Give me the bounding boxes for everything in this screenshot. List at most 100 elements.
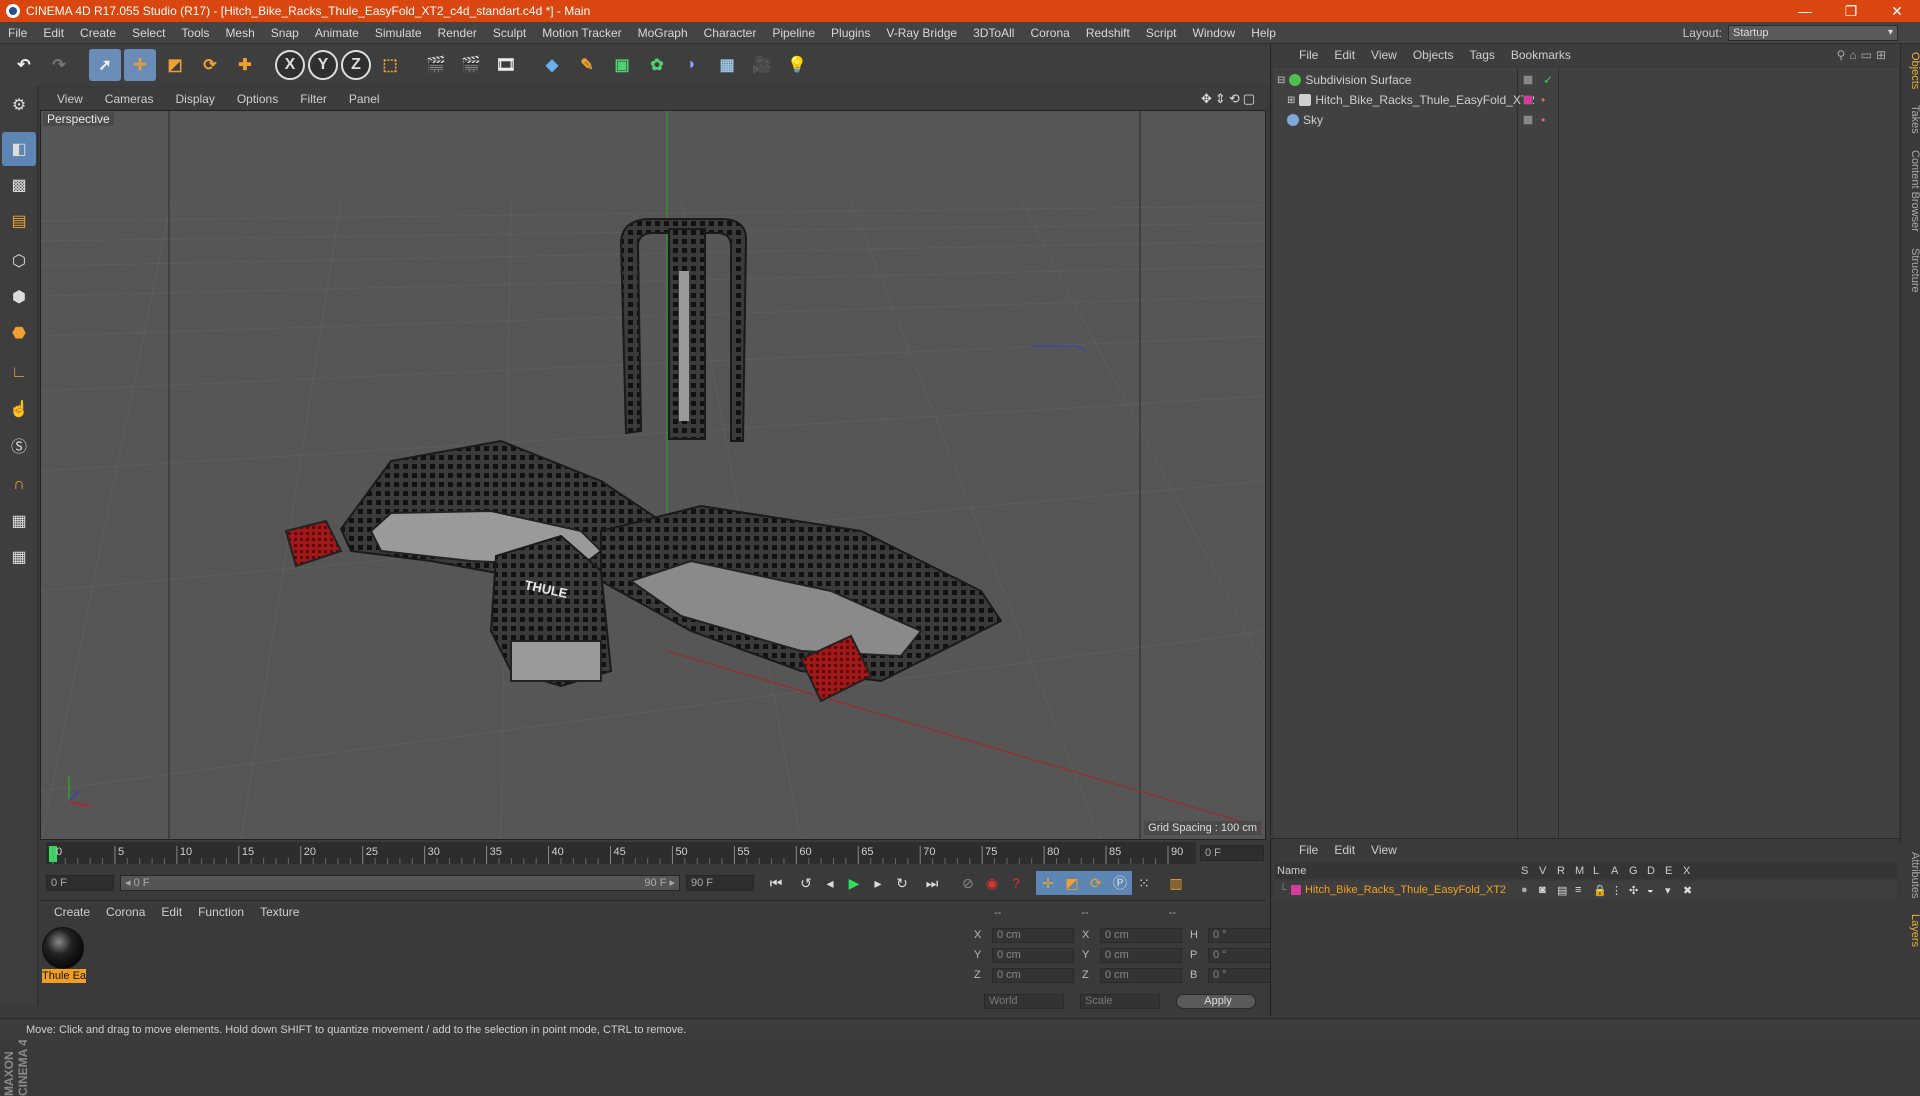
- material-thumbnail[interactable]: Thule Ea: [42, 927, 86, 985]
- viewport-scene[interactable]: THULE: [41, 111, 1266, 840]
- render-dot-icon[interactable]: •: [1541, 113, 1545, 127]
- layout-dropdown[interactable]: Startup: [1728, 24, 1898, 41]
- menu-pipeline[interactable]: Pipeline: [764, 26, 823, 40]
- layers-menu-file[interactable]: File: [1291, 843, 1326, 857]
- object-tree[interactable]: ⊟ Subdivision Surface ✓ ⊞ Hitch_Bike_Rac…: [1273, 68, 1899, 838]
- polygons-mode-icon[interactable]: ⬣: [2, 316, 36, 350]
- move-icon[interactable]: ✛: [124, 49, 156, 81]
- y-axis-lock-button[interactable]: Y: [308, 50, 338, 80]
- objects-menu-edit[interactable]: Edit: [1326, 48, 1363, 62]
- menu-vray-bridge[interactable]: V-Ray Bridge: [878, 26, 965, 40]
- edges-mode-icon[interactable]: ⬢: [2, 280, 36, 314]
- floor-icon[interactable]: ▦: [711, 49, 743, 81]
- model-mode-icon[interactable]: ◧: [2, 132, 36, 166]
- key-parameter-icon[interactable]: Ⓟ: [1108, 871, 1132, 895]
- menu-simulate[interactable]: Simulate: [367, 26, 430, 40]
- workplane-mode-icon[interactable]: ▤: [2, 204, 36, 238]
- camera-label[interactable]: Perspective: [43, 112, 114, 126]
- layer-lock-icon[interactable]: 🔒: [1593, 884, 1611, 897]
- expand-icon[interactable]: ⊞: [1287, 95, 1295, 106]
- material-name[interactable]: Thule Ea: [42, 969, 86, 983]
- start-frame-field[interactable]: 0 F: [46, 875, 114, 891]
- tweak-mode-icon[interactable]: ☝: [2, 392, 36, 426]
- size-z-field[interactable]: 0 cm: [1100, 967, 1182, 983]
- viewport-menu-options[interactable]: Options: [226, 92, 289, 106]
- menu-window[interactable]: Window: [1185, 26, 1244, 40]
- layer-color-swatch[interactable]: [1291, 885, 1301, 895]
- menu-animate[interactable]: Animate: [307, 26, 367, 40]
- layers-menu-edit[interactable]: Edit: [1326, 843, 1363, 857]
- objects-menu-file[interactable]: File: [1291, 48, 1326, 62]
- timeline-ticks[interactable]: 0 5 10 15 20 25 30 35 40 45 50 55 60 65 70 75 80 85 90: [40, 840, 1266, 866]
- enabled-check-icon[interactable]: ✓: [1543, 73, 1553, 87]
- points-mode-icon[interactable]: ⬡: [2, 244, 36, 278]
- size-y-field[interactable]: 0 cm: [1100, 947, 1182, 963]
- material-preview-sphere[interactable]: [42, 927, 84, 969]
- live-selection-icon[interactable]: ➚: [89, 49, 121, 81]
- object-name[interactable]: Hitch_Bike_Racks_Thule_EasyFold_XT2: [1315, 93, 1534, 107]
- timeline-window-icon[interactable]: ▥: [1164, 871, 1188, 895]
- size-mode-dropdown[interactable]: Scale: [1080, 993, 1160, 1009]
- objects-menu-tags[interactable]: Tags: [1462, 48, 1503, 62]
- autokey-icon[interactable]: ◉: [980, 871, 1004, 895]
- camera-icon[interactable]: 🎥: [746, 49, 778, 81]
- x-axis-lock-button[interactable]: X: [275, 50, 305, 80]
- objects-menu-view[interactable]: View: [1363, 48, 1405, 62]
- solo-mode-icon[interactable]: Ⓢ: [2, 428, 36, 462]
- object-row-subdivision[interactable]: ⊟ Subdivision Surface ✓: [1273, 70, 1899, 90]
- viewport-menu-cameras[interactable]: Cameras: [94, 92, 165, 106]
- coordinate-system-icon[interactable]: ⬚: [374, 49, 406, 81]
- render-view-icon[interactable]: 🎬: [420, 49, 452, 81]
- key-rotation-icon[interactable]: ⟳: [1084, 871, 1108, 895]
- render-dot-icon[interactable]: •: [1541, 93, 1545, 107]
- layer-solo-icon[interactable]: ●: [1521, 884, 1539, 896]
- viewport-navigation-icons[interactable]: ✥⇕⟲▢: [1201, 91, 1266, 107]
- redo-icon[interactable]: ↷: [43, 49, 75, 81]
- menu-edit[interactable]: Edit: [35, 26, 72, 40]
- layer-xref-icon[interactable]: ✖: [1683, 884, 1701, 897]
- light-icon[interactable]: 💡: [781, 49, 813, 81]
- minimize-button[interactable]: —: [1782, 3, 1828, 20]
- z-axis-lock-button[interactable]: Z: [341, 50, 371, 80]
- menu-mesh[interactable]: Mesh: [217, 26, 262, 40]
- material-menu-function[interactable]: Function: [190, 905, 252, 919]
- object-name[interactable]: Subdivision Surface: [1305, 73, 1411, 87]
- make-editable-icon[interactable]: ⚙: [2, 88, 36, 122]
- layer-generators-icon[interactable]: ✣: [1629, 884, 1647, 897]
- layer-visible-icon[interactable]: ◙: [1539, 884, 1557, 896]
- axis-mode-icon[interactable]: ∟: [2, 356, 36, 390]
- pen-spline-icon[interactable]: ✎: [571, 49, 603, 81]
- timeline-ruler[interactable]: 0 5 10 15 20 25 30 35 40 45 50 55 60 65 70 75 80 85 90 0 F: [40, 840, 1266, 866]
- objects-menu-objects[interactable]: Objects: [1405, 48, 1462, 62]
- render-picture-viewer-icon[interactable]: 🎬: [455, 49, 487, 81]
- menu-redshift[interactable]: Redshift: [1078, 26, 1138, 40]
- cloner-icon[interactable]: ✿: [641, 49, 673, 81]
- layer-expressions-icon[interactable]: ▾: [1665, 884, 1683, 897]
- rotate-icon[interactable]: ⟳: [194, 49, 226, 81]
- cube-primitive-icon[interactable]: ◆: [536, 49, 568, 81]
- viewport-menu-display[interactable]: Display: [164, 92, 225, 106]
- frame-range-slider[interactable]: ◂ 0 F 90 F ▸: [120, 875, 680, 891]
- keyframe-selection-icon[interactable]: ?: [1004, 871, 1028, 895]
- tab-takes[interactable]: Takes: [1901, 97, 1920, 142]
- menu-render[interactable]: Render: [430, 26, 485, 40]
- planar-workplane-icon[interactable]: ▦: [2, 540, 36, 574]
- layers-menu-view[interactable]: View: [1363, 843, 1405, 857]
- tab-objects[interactable]: Objects: [1901, 44, 1920, 97]
- previous-frame-icon[interactable]: ◂: [818, 871, 842, 895]
- object-row-sky[interactable]: Sky •: [1273, 110, 1899, 130]
- visibility-toggle-icon[interactable]: [1523, 115, 1533, 125]
- viewport-menu-filter[interactable]: Filter: [289, 92, 338, 106]
- key-position-icon[interactable]: ✛: [1036, 871, 1060, 895]
- position-x-field[interactable]: 0 cm: [992, 927, 1074, 943]
- position-z-field[interactable]: 0 cm: [992, 967, 1074, 983]
- play-icon[interactable]: ▶: [842, 871, 866, 895]
- 3d-viewport[interactable]: THULE Perspective Grid Spacing : 100 cm: [40, 110, 1266, 840]
- snap-icon[interactable]: ∩: [2, 468, 36, 502]
- go-to-end-icon[interactable]: ⏭: [920, 871, 944, 895]
- visibility-toggle-icon[interactable]: [1523, 75, 1533, 85]
- object-manager-search-icon[interactable]: ⚲⌂▭⊞: [1837, 48, 1900, 62]
- tab-structure[interactable]: Structure: [1901, 240, 1920, 301]
- menu-help[interactable]: Help: [1243, 26, 1284, 40]
- subdivision-surface-icon[interactable]: ▣: [606, 49, 638, 81]
